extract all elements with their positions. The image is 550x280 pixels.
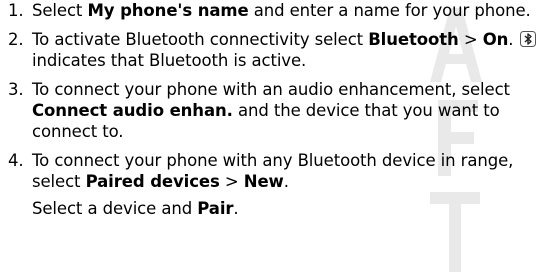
- step-1: 1. Select My phone's name and enter a na…: [0, 0, 550, 21]
- step-text-segment: .: [233, 199, 239, 218]
- step-text-segment: To connect your phone with an audio enha…: [32, 80, 510, 99]
- menu-separator: >: [219, 172, 244, 191]
- step-substep: Select a device and Pair.: [32, 198, 544, 219]
- step-text-segment: indicates that Bluetooth is active.: [32, 51, 307, 70]
- step-text-segment: To activate Bluetooth connectivity selec…: [32, 30, 369, 49]
- step-3: 3. To connect your phone with an audio e…: [0, 79, 550, 142]
- step-text: To activate Bluetooth connectivity selec…: [32, 29, 544, 71]
- bluetooth-icon: [519, 31, 536, 47]
- step-text-segment: Select: [32, 1, 88, 20]
- step-number: 3.: [8, 80, 24, 99]
- step-text: To connect your phone with any Bluetooth…: [32, 150, 544, 192]
- menu-term-pair: Pair: [197, 199, 234, 218]
- step-number: 4.: [8, 151, 24, 170]
- step-2: 2. To activate Bluetooth connectivity se…: [0, 29, 550, 71]
- step-text: To connect your phone with an audio enha…: [32, 79, 544, 142]
- step-text-segment: Select a device and: [32, 199, 198, 218]
- menu-term-new: New: [243, 172, 284, 191]
- step-number: 2.: [8, 30, 24, 49]
- step-4: 4. To connect your phone with any Blueto…: [0, 150, 550, 219]
- menu-separator: >: [458, 30, 483, 49]
- menu-term-on: On: [482, 30, 509, 49]
- step-text-segment: .: [283, 172, 289, 191]
- step-text-segment: and enter a name for your phone.: [248, 1, 531, 20]
- instruction-steps: 1. Select My phone's name and enter a na…: [0, 0, 550, 219]
- step-text: Select My phone's name and enter a name …: [32, 0, 544, 21]
- menu-term-bluetooth: Bluetooth: [368, 30, 459, 49]
- menu-term-my-phones-name: My phone's name: [87, 1, 249, 20]
- menu-term-paired-devices: Paired devices: [85, 172, 220, 191]
- step-text-segment: .: [508, 30, 514, 49]
- step-number: 1.: [8, 1, 24, 20]
- menu-term-connect-audio-enhan: Connect audio enhan.: [32, 101, 233, 120]
